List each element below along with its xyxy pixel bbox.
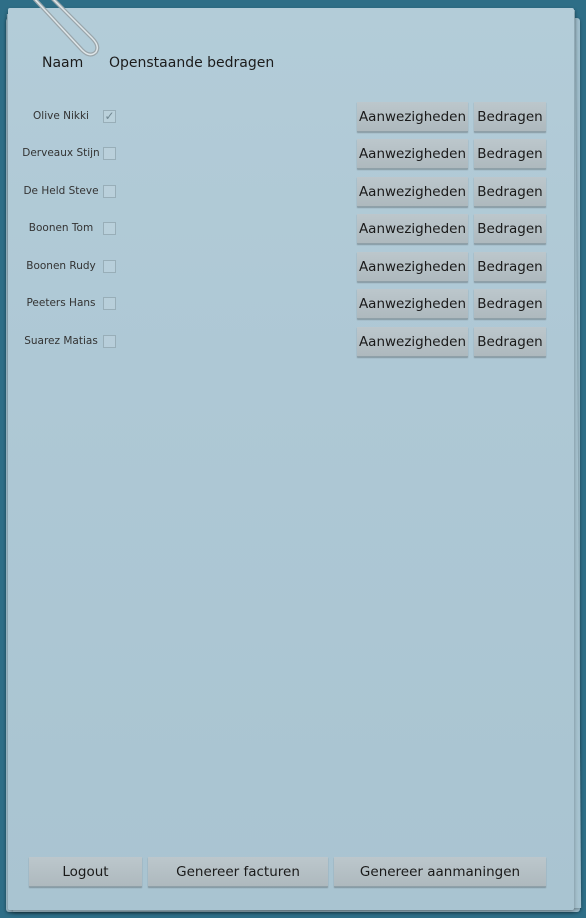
member-name: Olive Nikki (33, 110, 89, 122)
list-item: Boonen Tom Aanwezigheden Bedragen (0, 214, 586, 244)
member-name: De Held Steve (23, 185, 99, 197)
member-checkbox[interactable] (103, 222, 116, 235)
list-item: Suarez Matias Aanwezigheden Bedragen (0, 327, 586, 357)
app-screen: Naam Openstaande bedragen Olive Nikki ✓ … (0, 0, 586, 918)
member-name: Derveaux Stijn (22, 147, 100, 159)
list-item: Derveaux Stijn Aanwezigheden Bedragen (0, 139, 586, 169)
table-header: Naam Openstaande bedragen (0, 55, 586, 75)
member-checkbox[interactable] (103, 260, 116, 273)
attendance-button[interactable]: Aanwezigheden (357, 139, 468, 169)
attendance-button[interactable]: Aanwezigheden (357, 177, 468, 207)
member-checkbox[interactable] (103, 335, 116, 348)
member-checkbox[interactable] (103, 147, 116, 160)
amounts-button[interactable]: Bedragen (474, 289, 546, 319)
member-name: Suarez Matias (24, 335, 98, 347)
header-name: Naam (42, 55, 84, 71)
list-item: De Held Steve Aanwezigheden Bedragen (0, 177, 586, 207)
attendance-button[interactable]: Aanwezigheden (357, 327, 468, 357)
attendance-button[interactable]: Aanwezigheden (357, 252, 468, 282)
amounts-button[interactable]: Bedragen (474, 327, 546, 357)
attendance-button[interactable]: Aanwezigheden (357, 102, 468, 132)
attendance-button[interactable]: Aanwezigheden (357, 289, 468, 319)
list-item: Boonen Rudy Aanwezigheden Bedragen (0, 252, 586, 282)
member-checkbox[interactable] (103, 185, 116, 198)
member-name: Boonen Rudy (26, 260, 96, 272)
member-checkbox[interactable] (103, 297, 116, 310)
list-item: Olive Nikki ✓ Aanwezigheden Bedragen (0, 102, 586, 132)
attendance-button[interactable]: Aanwezigheden (357, 214, 468, 244)
generate-invoices-button[interactable]: Genereer facturen (148, 857, 328, 887)
member-name: Boonen Tom (28, 222, 94, 234)
amounts-button[interactable]: Bedragen (474, 102, 546, 132)
amounts-button[interactable]: Bedragen (474, 214, 546, 244)
amounts-button[interactable]: Bedragen (474, 252, 546, 282)
amounts-button[interactable]: Bedragen (474, 177, 546, 207)
logout-button[interactable]: Logout (29, 857, 142, 887)
generate-reminders-button[interactable]: Genereer aanmaningen (334, 857, 546, 887)
list-item: Peeters Hans Aanwezigheden Bedragen (0, 289, 586, 319)
amounts-button[interactable]: Bedragen (474, 139, 546, 169)
member-checkbox[interactable]: ✓ (103, 110, 116, 123)
check-icon: ✓ (104, 109, 115, 123)
member-name: Peeters Hans (26, 297, 96, 309)
header-outstanding-amounts: Openstaande bedragen (109, 55, 275, 71)
